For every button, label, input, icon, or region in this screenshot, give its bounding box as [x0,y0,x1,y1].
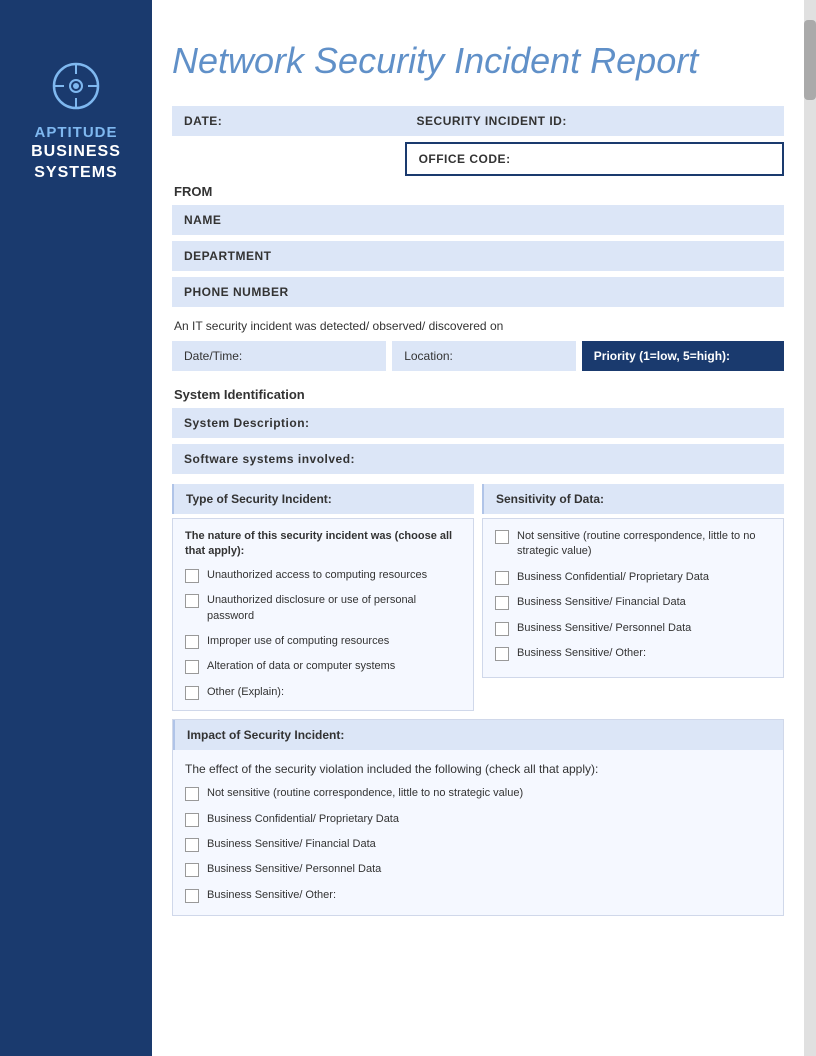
sensitivity-section: Sensitivity of Data: Not sensitive (rout… [482,484,784,711]
date-security-row: DATE: SECURITY INCIDENT ID: [172,106,784,136]
brand-top: APTITUDE [35,124,118,142]
checkbox[interactable] [495,596,509,610]
checkbox-label: Business Sensitive/ Personnel Data [517,621,691,636]
system-description-field[interactable]: System Description: [172,408,784,438]
type-sensitivity-section: Type of Security Incident: The nature of… [172,484,784,711]
main-content: Network Security Incident Report DATE: S… [152,0,804,956]
checkbox[interactable] [185,863,199,877]
impact-header: Impact of Security Incident: [173,720,783,750]
scrollbar[interactable] [804,0,816,1056]
checkbox-label: Improper use of computing resources [207,634,389,649]
checkbox-label: Business Confidential/ Proprietary Data [207,812,399,827]
checkbox-label: Other (Explain): [207,685,284,700]
checkbox[interactable] [495,530,509,544]
list-item: Alteration of data or computer systems [185,659,461,674]
impact-checkboxes-container: Not sensitive (routine correspondence, l… [185,786,771,903]
date-field[interactable]: DATE: [172,106,405,136]
impact-section: Impact of Security Incident: The effect … [172,719,784,916]
sensitivity-checkboxes-container: Not sensitive (routine correspondence, l… [495,529,771,661]
checkbox-label: Unauthorized access to computing resourc… [207,568,427,583]
list-item: Business Sensitive/ Other: [495,646,771,661]
nature-text: The nature of this security incident was… [185,529,461,560]
impact-body: The effect of the security violation inc… [173,750,783,915]
phone-field[interactable]: PHONE NUMBER [172,277,784,307]
list-item: Improper use of computing resources [185,634,461,649]
sidebar: APTITUDE BUSINESS SYSTEMS [0,0,152,1056]
list-item: Business Sensitive/ Financial Data [495,595,771,610]
type-header: Type of Security Incident: [172,484,474,514]
list-item: Business Sensitive/ Other: [185,888,771,903]
checkbox-label: Business Sensitive/ Financial Data [207,837,376,852]
checkbox[interactable] [185,569,199,583]
checkbox[interactable] [185,813,199,827]
checkbox-label: Not sensitive (routine correspondence, l… [207,786,523,801]
department-field[interactable]: DEPARTMENT [172,241,784,271]
checkbox-label: Unauthorized disclosure or use of person… [207,593,461,624]
checkbox[interactable] [185,594,199,608]
type-checkboxes-container: Unauthorized access to computing resourc… [185,568,461,700]
system-identification-header: System Identification [174,387,784,402]
checkbox[interactable] [185,838,199,852]
from-label: FROM [172,184,784,199]
incident-priority-field[interactable]: Priority (1=low, 5=high): [582,341,784,371]
incident-location-field[interactable]: Location: [392,341,576,371]
checkbox[interactable] [185,660,199,674]
sensitivity-body: Not sensitive (routine correspondence, l… [482,518,784,678]
incident-datetime-field[interactable]: Date/Time: [172,341,386,371]
list-item: Business Confidential/ Proprietary Data [495,570,771,585]
office-code-wrapper: OFFICE CODE: [172,142,784,176]
checkbox-label: Business Sensitive/ Personnel Data [207,862,381,877]
security-incident-id-field[interactable]: SECURITY INCIDENT ID: [405,106,784,136]
incident-details-row: Date/Time: Location: Priority (1=low, 5=… [172,341,784,371]
software-systems-field[interactable]: Software systems involved: [172,444,784,474]
checkbox[interactable] [185,889,199,903]
brand-bottom: BUSINESS SYSTEMS [31,142,121,184]
checkbox-label: Business Confidential/ Proprietary Data [517,570,709,585]
list-item: Unauthorized disclosure or use of person… [185,593,461,624]
list-item: Other (Explain): [185,685,461,700]
scrollbar-thumb[interactable] [804,20,816,100]
checkbox[interactable] [185,787,199,801]
checkbox[interactable] [185,635,199,649]
type-section: Type of Security Incident: The nature of… [172,484,474,711]
checkbox[interactable] [495,622,509,636]
list-item: Business Sensitive/ Personnel Data [185,862,771,877]
report-title: Network Security Incident Report [172,40,784,82]
incident-detected-text: An IT security incident was detected/ ob… [174,319,784,333]
list-item: Unauthorized access to computing resourc… [185,568,461,583]
checkbox-label: Alteration of data or computer systems [207,659,395,674]
aptitude-icon [50,60,102,112]
checkbox-label: Business Sensitive/ Other: [517,646,646,661]
list-item: Not sensitive (routine correspondence, l… [185,786,771,801]
list-item: Business Confidential/ Proprietary Data [185,812,771,827]
list-item: Business Sensitive/ Personnel Data [495,621,771,636]
checkbox-label: Business Sensitive/ Other: [207,888,336,903]
office-code-field[interactable]: OFFICE CODE: [405,142,784,176]
checkbox-label: Business Sensitive/ Financial Data [517,595,686,610]
sensitivity-header: Sensitivity of Data: [482,484,784,514]
checkbox[interactable] [495,571,509,585]
type-body: The nature of this security incident was… [172,518,474,711]
checkbox-label: Not sensitive (routine correspondence, l… [517,529,771,560]
checkbox[interactable] [495,647,509,661]
name-field[interactable]: NAME [172,205,784,235]
list-item: Not sensitive (routine correspondence, l… [495,529,771,560]
impact-effect-text: The effect of the security violation inc… [185,762,771,776]
checkbox[interactable] [185,686,199,700]
list-item: Business Sensitive/ Financial Data [185,837,771,852]
